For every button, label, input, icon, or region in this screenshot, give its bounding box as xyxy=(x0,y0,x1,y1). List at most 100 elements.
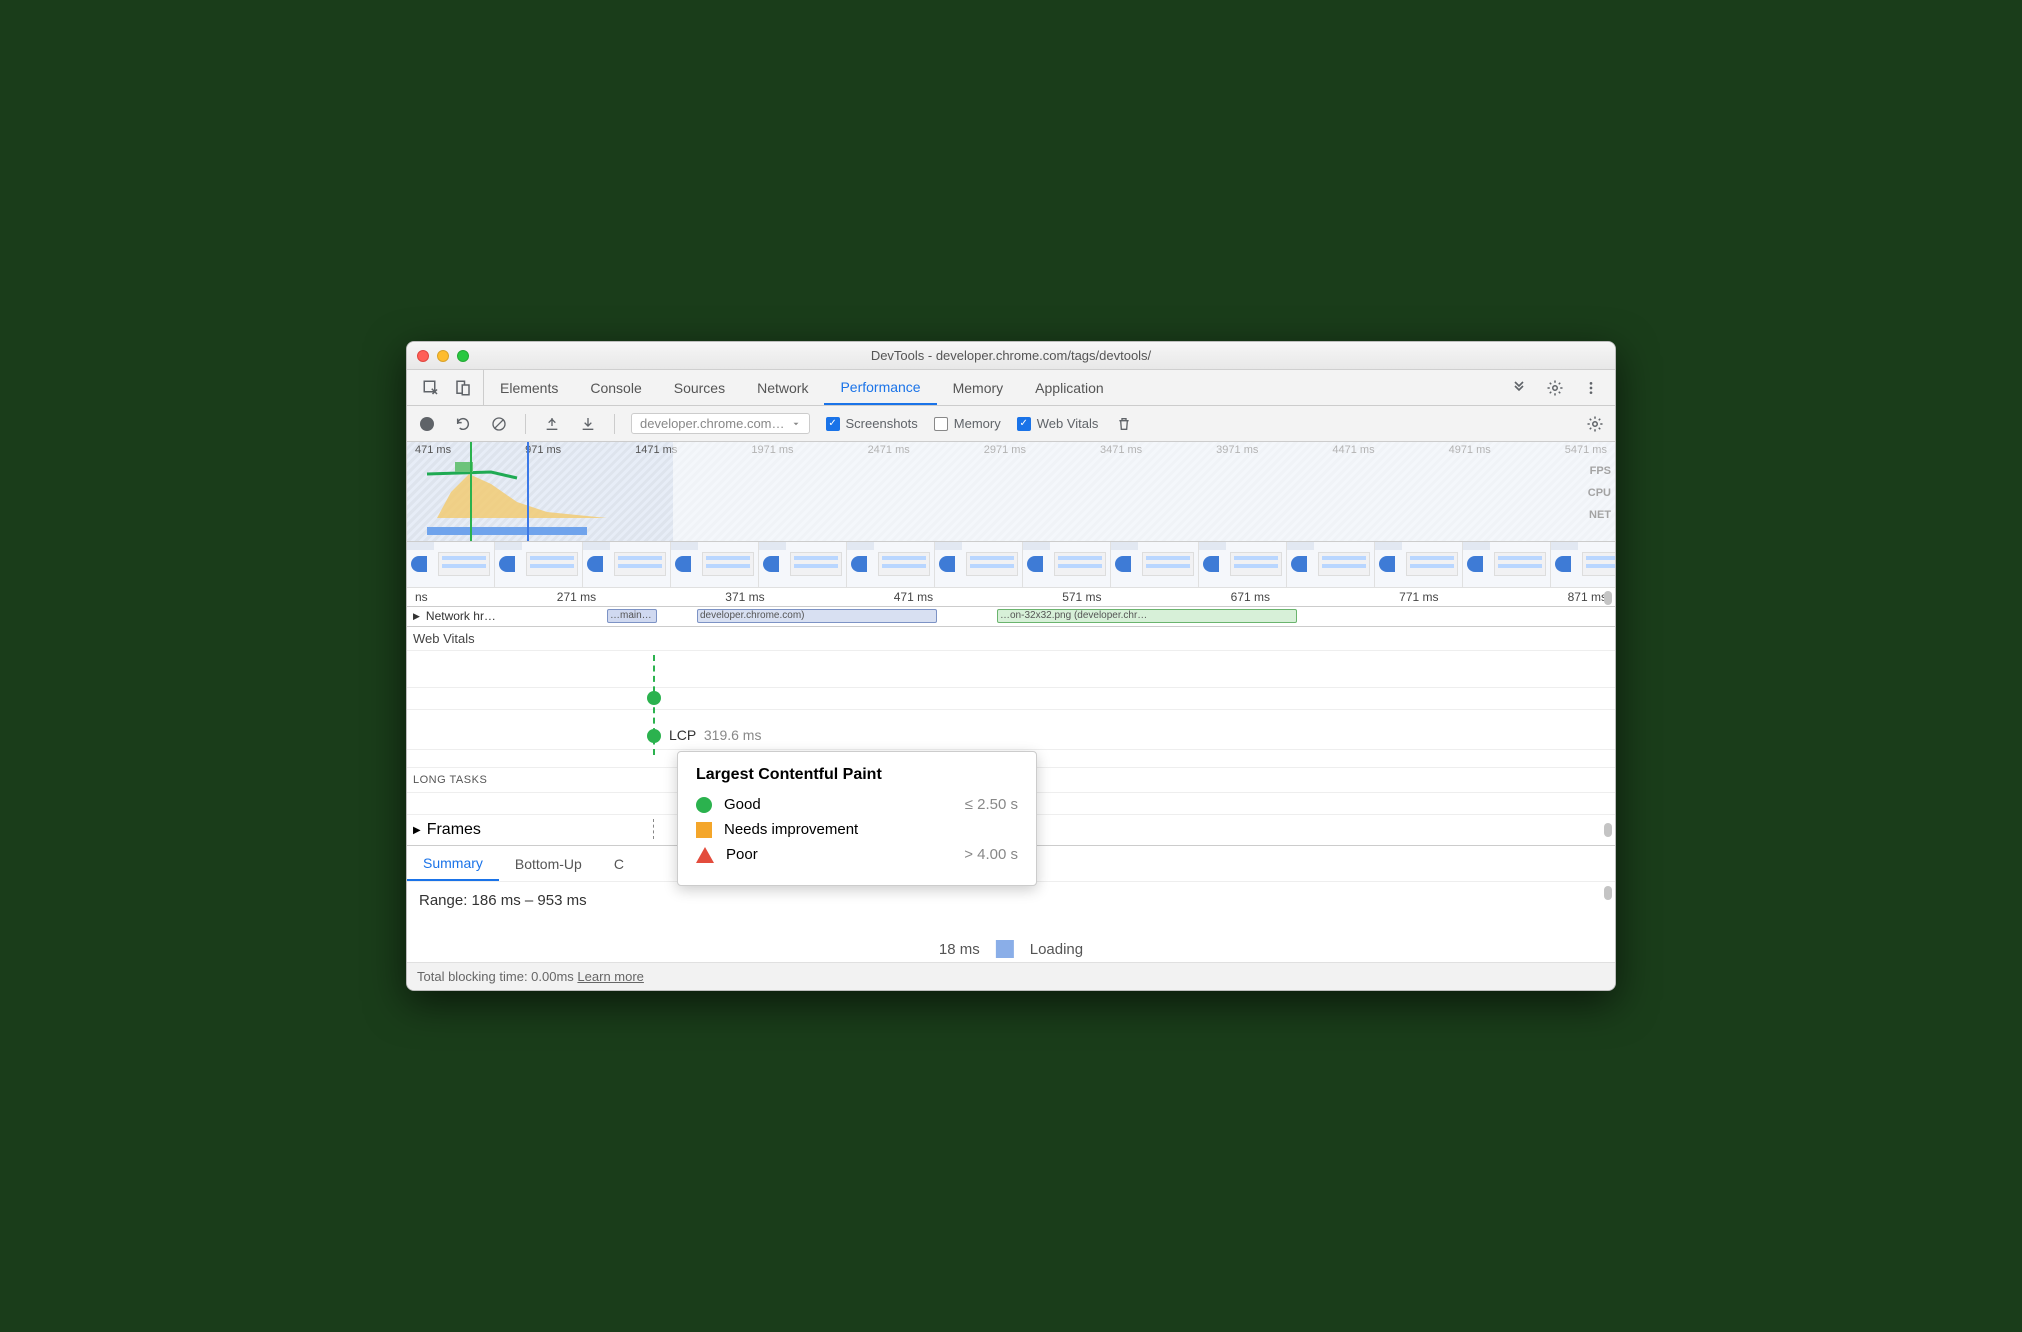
overview-pane[interactable]: 471 ms 971 ms 1471 ms 1971 ms 2471 ms 29… xyxy=(407,442,1615,542)
threshold-label: Good xyxy=(724,796,761,813)
window-title: DevTools - developer.chrome.com/tags/dev… xyxy=(417,348,1605,363)
network-resource[interactable]: …on-32x32.png (developer.chr… xyxy=(997,609,1297,623)
checkbox-icon: ✓ xyxy=(826,417,840,431)
screenshot-thumb[interactable] xyxy=(1287,542,1375,588)
overview-chart xyxy=(407,462,624,518)
lcp-marker-dot[interactable] xyxy=(647,729,661,743)
tab-console[interactable]: Console xyxy=(574,370,657,405)
network-resource[interactable]: developer.chrome.com) xyxy=(697,609,937,623)
overview-net-bar xyxy=(427,527,587,535)
clear-button[interactable] xyxy=(489,414,509,434)
perf-toolbar: developer.chrome.com… ✓ Screenshots Memo… xyxy=(407,406,1615,442)
screenshot-thumb[interactable] xyxy=(1463,542,1551,588)
perf-settings-gear-icon[interactable] xyxy=(1585,414,1605,434)
threshold-label: Poor xyxy=(726,846,758,863)
screenshot-thumb[interactable] xyxy=(1023,542,1111,588)
frames-label: Frames xyxy=(427,821,481,839)
tab-application[interactable]: Application xyxy=(1019,370,1120,405)
loading-swatch xyxy=(996,940,1014,958)
record-button[interactable] xyxy=(417,414,437,434)
tab-memory[interactable]: Memory xyxy=(937,370,1020,405)
devtools-window: DevTools - developer.chrome.com/tags/dev… xyxy=(406,341,1616,991)
minimize-button[interactable] xyxy=(437,350,449,362)
expand-caret-icon[interactable]: ▶ xyxy=(413,825,421,836)
overview-marker-dcl xyxy=(527,442,529,541)
memory-checkbox[interactable]: Memory xyxy=(934,416,1001,431)
checkbox-label: Web Vitals xyxy=(1037,416,1099,431)
checkbox-label: Memory xyxy=(954,416,1001,431)
screenshot-thumb[interactable] xyxy=(1375,542,1463,588)
tab-sources[interactable]: Sources xyxy=(658,370,741,405)
screenshot-thumb[interactable] xyxy=(583,542,671,588)
dropdown-label: developer.chrome.com… xyxy=(640,416,785,431)
screenshot-thumb[interactable] xyxy=(847,542,935,588)
web-vitals-lane[interactable]: LCP 319.6 ms Largest Contentful Paint Go… xyxy=(407,651,1615,767)
threshold-value: > 4.00 s xyxy=(964,846,1018,863)
load-profile-button[interactable] xyxy=(542,414,562,434)
network-track-label: Network hr… xyxy=(426,609,496,623)
tab-performance[interactable]: Performance xyxy=(824,370,936,405)
reload-button[interactable] xyxy=(453,414,473,434)
screenshot-thumb[interactable] xyxy=(671,542,759,588)
tooltip-title: Largest Contentful Paint xyxy=(696,766,1018,784)
footer: Total blocking time: 0.00ms Learn more xyxy=(407,962,1615,990)
good-marker-icon xyxy=(696,797,712,813)
tab-elements[interactable]: Elements xyxy=(484,370,574,405)
tab-bottom-up[interactable]: Bottom-Up xyxy=(499,846,598,881)
inspect-icon[interactable] xyxy=(421,378,441,398)
tab-truncated[interactable]: C xyxy=(598,846,640,881)
scrollbar-thumb[interactable] xyxy=(1604,886,1612,900)
screenshot-thumb[interactable] xyxy=(759,542,847,588)
checkbox-icon: ✓ xyxy=(1017,417,1031,431)
webvitals-checkbox[interactable]: ✓ Web Vitals xyxy=(1017,416,1099,431)
delete-button[interactable] xyxy=(1114,414,1134,434)
frame-tick xyxy=(653,819,654,839)
screenshot-thumb[interactable] xyxy=(495,542,583,588)
chevron-down-icon xyxy=(791,419,801,429)
threshold-value: ≤ 2.50 s xyxy=(965,796,1018,813)
kebab-menu-icon[interactable] xyxy=(1581,378,1601,398)
overview-marker-fcp xyxy=(470,442,472,541)
save-profile-button[interactable] xyxy=(578,414,598,434)
profile-dropdown[interactable]: developer.chrome.com… xyxy=(631,413,810,434)
traffic-lights xyxy=(417,350,469,362)
scrollbar-thumb[interactable] xyxy=(1604,591,1612,605)
screenshots-checkbox[interactable]: ✓ Screenshots xyxy=(826,416,918,431)
loading-label: Loading xyxy=(1030,941,1083,958)
more-tabs-icon[interactable] xyxy=(1509,378,1529,398)
settings-gear-icon[interactable] xyxy=(1545,378,1565,398)
vital-marker-dot[interactable] xyxy=(647,691,661,705)
timeline-ruler[interactable]: ns 271 ms 371 ms 471 ms 571 ms 671 ms 77… xyxy=(407,588,1615,607)
scrollbar-thumb[interactable] xyxy=(1604,823,1612,837)
lcp-tooltip: Largest Contentful Paint Good ≤ 2.50 s N… xyxy=(677,751,1037,886)
close-button[interactable] xyxy=(417,350,429,362)
checkbox-label: Screenshots xyxy=(846,416,918,431)
screenshots-strip[interactable] xyxy=(407,542,1615,588)
poor-marker-icon xyxy=(696,847,714,863)
screenshot-thumb[interactable] xyxy=(1111,542,1199,588)
expand-caret-icon[interactable]: ▶ xyxy=(413,611,420,622)
lcp-label: LCP 319.6 ms xyxy=(669,727,761,743)
needs-improvement-marker-icon xyxy=(696,822,712,838)
screenshot-thumb[interactable] xyxy=(935,542,1023,588)
checkbox-icon xyxy=(934,417,948,431)
learn-more-link[interactable]: Learn more xyxy=(577,969,643,984)
screenshot-thumb[interactable] xyxy=(1199,542,1287,588)
device-toggle-icon[interactable] xyxy=(453,378,473,398)
summary-panel: Range: 186 ms – 953 ms 18 ms Loading xyxy=(407,882,1615,962)
loading-ms: 18 ms xyxy=(939,941,980,958)
titlebar: DevTools - developer.chrome.com/tags/dev… xyxy=(407,342,1615,370)
screenshot-thumb[interactable] xyxy=(1551,542,1615,588)
maximize-button[interactable] xyxy=(457,350,469,362)
threshold-label: Needs improvement xyxy=(724,821,858,838)
network-resource[interactable]: …main… xyxy=(607,609,657,623)
web-vitals-heading: Web Vitals xyxy=(407,627,1615,651)
tab-network[interactable]: Network xyxy=(741,370,824,405)
devtools-tabs: Elements Console Sources Network Perform… xyxy=(407,370,1615,406)
network-track[interactable]: ▶ Network hr… …main… developer.chrome.co… xyxy=(407,607,1615,627)
tab-summary[interactable]: Summary xyxy=(407,846,499,881)
overview-mask xyxy=(673,442,1615,541)
summary-range: Range: 186 ms – 953 ms xyxy=(419,892,1603,909)
tbt-text: Total blocking time: 0.00ms xyxy=(417,969,574,984)
screenshot-thumb[interactable] xyxy=(407,542,495,588)
